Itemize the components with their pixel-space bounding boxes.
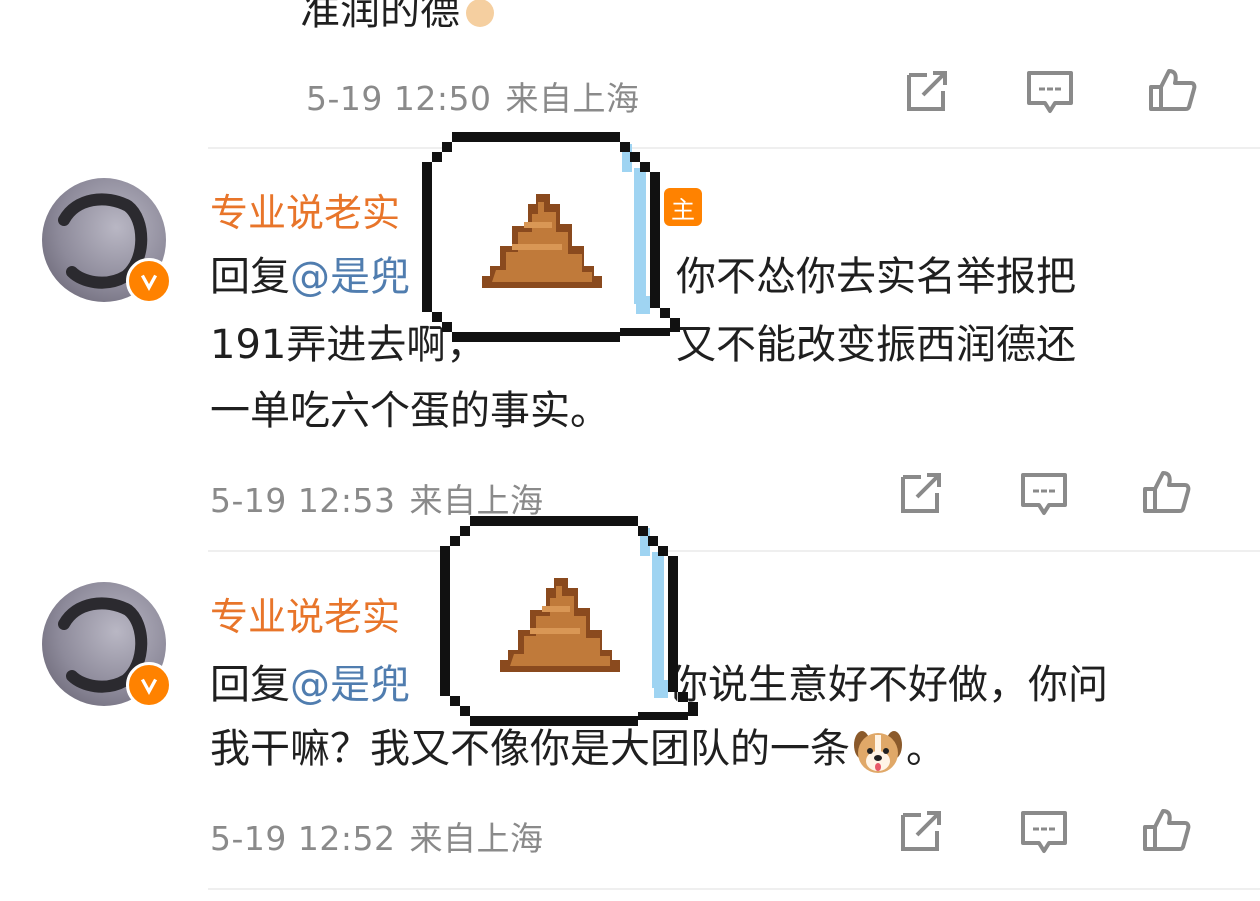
comment-time: 5-19 12:50: [306, 79, 492, 118]
like-button[interactable]: [1138, 806, 1194, 854]
divider: [208, 147, 1260, 149]
comment-text-line-1-end: 你说生意好不好做，你问: [668, 662, 1108, 708]
comment-meta-top: 5-19 12:50 来自上海: [306, 72, 640, 120]
share-button[interactable]: [892, 470, 948, 518]
comment-source: 来自上海: [409, 819, 544, 858]
verified-badge-icon: [126, 662, 172, 708]
poop-sticker: [412, 128, 682, 348]
comment-text-line-1: 回复@是兜: [210, 244, 410, 310]
comment-text: 我干嘛？我又不像你是大团队的一条: [210, 726, 850, 772]
reply-prefix: 回复: [210, 662, 290, 708]
like-icon: [1149, 69, 1197, 111]
share-button[interactable]: [892, 808, 948, 856]
comment-source: 来自上海: [505, 79, 640, 118]
like-button[interactable]: [1144, 66, 1200, 114]
comment-button[interactable]: [1022, 68, 1078, 116]
comment-icon: [1027, 71, 1073, 113]
comment-meta: 5-19 12:52 来自上海: [210, 812, 544, 860]
comment-text-end: 。: [906, 726, 946, 772]
like-icon: [1143, 471, 1191, 513]
share-button[interactable]: [898, 68, 954, 116]
comment-text-line-3: 一单吃六个蛋的事实。: [210, 388, 610, 434]
divider: [208, 888, 1260, 890]
comment-icon: [1021, 473, 1067, 515]
divider: [208, 550, 1260, 552]
username[interactable]: 专业说老实: [210, 586, 400, 641]
comment-text-line-1: 回复@是兜: [210, 652, 410, 718]
comment-button[interactable]: [1016, 470, 1072, 518]
comment-button[interactable]: [1016, 808, 1072, 856]
poop-sticker: [430, 512, 700, 732]
comment-time: 5-19 12:53: [210, 481, 396, 520]
comment-time: 5-19 12:52: [210, 819, 396, 858]
share-icon: [901, 473, 941, 513]
reply-prefix: 回复: [210, 254, 290, 300]
share-icon: [901, 811, 941, 851]
hand-emoji-icon: [466, 0, 494, 27]
truncated-comment-text: 准润的德: [300, 0, 494, 36]
comment-text-line-1-end: 你不怂你去实名举报把: [676, 254, 1076, 300]
username[interactable]: 专业说老实: [210, 182, 400, 237]
comment-icon: [1021, 811, 1067, 853]
comment-text-line-2-end: 又不能改变振西润德还: [676, 322, 1076, 368]
avatar[interactable]: [42, 582, 172, 708]
like-icon: [1143, 809, 1191, 851]
mention-link[interactable]: @是兜: [290, 662, 410, 708]
verified-badge-icon: [126, 258, 172, 304]
like-button[interactable]: [1138, 468, 1194, 516]
avatar[interactable]: [42, 178, 172, 304]
truncated-text: 准润的德: [300, 0, 460, 34]
share-icon: [907, 71, 947, 111]
mention-link[interactable]: @是兜: [290, 254, 410, 300]
dog-face-icon: [852, 725, 904, 777]
